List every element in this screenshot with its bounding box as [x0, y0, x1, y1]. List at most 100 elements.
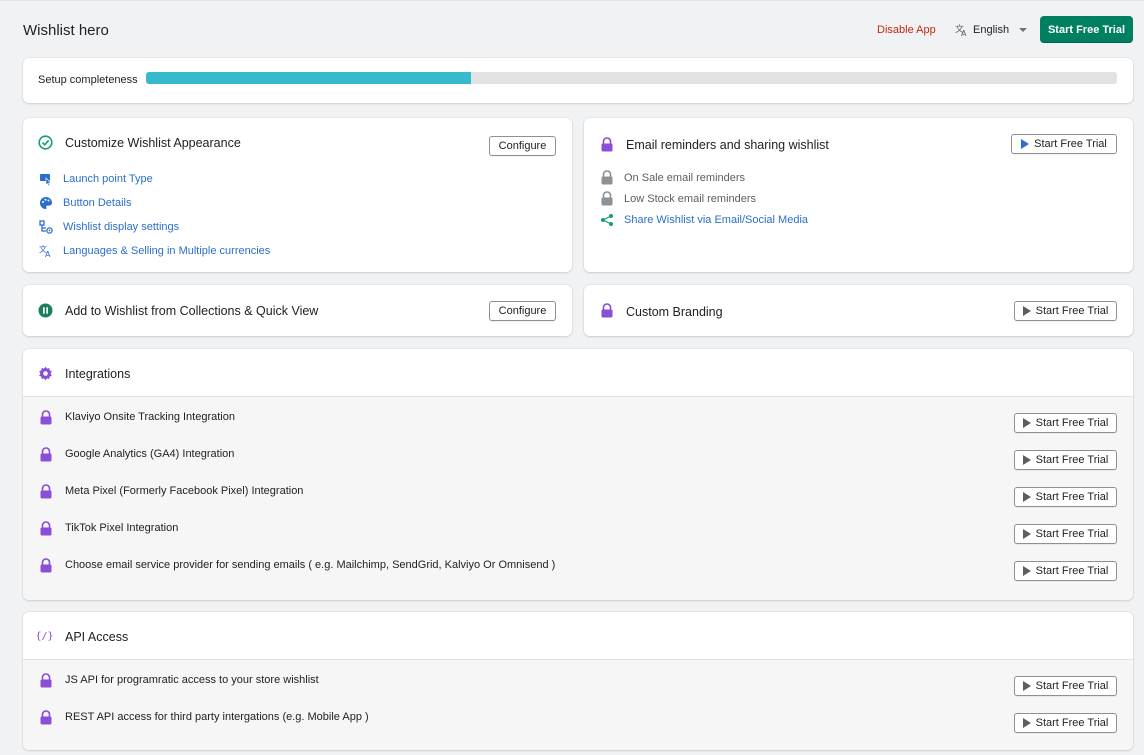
email-title: Email reminders and sharing wishlist [626, 138, 829, 152]
item-label: On Sale email reminders [624, 171, 746, 184]
api-header: {/} API Access [23, 612, 1133, 660]
button-label: Start Free Trial [1035, 528, 1109, 540]
rest-api-start-trial-button[interactable]: Start Free Trial [1014, 713, 1117, 733]
list-item: JS API for programratic access to your s… [23, 660, 1133, 697]
link-languages-currencies[interactable]: 文A Languages & Selling in Multiple curre… [38, 243, 271, 258]
setup-card: Setup completeness [23, 58, 1133, 103]
klaviyo-start-trial-button[interactable]: Start Free Trial [1014, 413, 1117, 433]
list-item: Choose email service provider for sendin… [23, 545, 1133, 582]
item-label: Choose email service provider for sendin… [65, 559, 556, 571]
list-item: Meta Pixel (Formerly Facebook Pixel) Int… [23, 471, 1133, 508]
button-label: Start Free Trial [1035, 680, 1109, 692]
translate-icon: 文A [954, 22, 969, 37]
list-item: Google Analytics (GA4) Integration Start… [23, 434, 1133, 471]
customize-title: Customize Wishlist Appearance [65, 136, 241, 150]
check-circle-icon [38, 135, 53, 150]
item-label: TikTok Pixel Integration [65, 522, 179, 534]
button-label: Start Free Trial [1035, 717, 1109, 729]
play-icon [1022, 455, 1031, 465]
lock-icon [38, 447, 53, 462]
play-icon [1021, 139, 1030, 149]
app-header: Wishlist hero Disable App 文A English Sta… [23, 16, 1133, 44]
email-reminders-card: Email reminders and sharing wishlist Sta… [584, 118, 1133, 272]
lock-icon [38, 673, 53, 688]
lock-icon [38, 710, 53, 725]
play-icon [1022, 681, 1031, 691]
list-item: Klaviyo Onsite Tracking Integration Star… [23, 397, 1133, 434]
lock-icon [38, 410, 53, 425]
item-label: Low Stock email reminders [624, 192, 757, 205]
list-item: REST API access for third party intergat… [23, 697, 1133, 734]
disable-app-link[interactable]: Disable App [877, 24, 936, 36]
meta-pixel-start-trial-button[interactable]: Start Free Trial [1014, 487, 1117, 507]
email-provider-start-trial-button[interactable]: Start Free Trial [1014, 561, 1117, 581]
api-list: JS API for programratic access to your s… [23, 660, 1133, 750]
api-access-card: {/} API Access JS API for programratic a… [23, 612, 1133, 750]
page-title: Wishlist hero [23, 22, 109, 39]
lock-icon [599, 137, 614, 152]
translate-icon: 文A [38, 243, 53, 258]
start-free-trial-button[interactable]: Start Free Trial [1040, 16, 1133, 43]
setup-progress-bar [146, 72, 1117, 84]
item-label: Klaviyo Onsite Tracking Integration [65, 411, 235, 423]
branding-start-trial-button[interactable]: Start Free Trial [1014, 301, 1117, 321]
branding-title: Custom Branding [626, 305, 723, 319]
js-api-start-trial-button[interactable]: Start Free Trial [1014, 676, 1117, 696]
code-braces-icon: {/} [35, 631, 54, 642]
link-wishlist-display-settings[interactable]: Wishlist display settings [38, 219, 179, 234]
tiktok-start-trial-button[interactable]: Start Free Trial [1014, 524, 1117, 544]
lock-icon [38, 558, 53, 573]
item-label: Google Analytics (GA4) Integration [65, 448, 235, 460]
play-icon [1022, 306, 1031, 316]
language-label: English [973, 23, 1010, 36]
lock-icon [38, 484, 53, 499]
email-start-trial-button[interactable]: Start Free Trial [1011, 134, 1117, 154]
link-label: Button Details [63, 196, 132, 209]
button-label: Start Free Trial [1035, 417, 1109, 429]
share-wishlist-link[interactable]: Share Wishlist via Email/Social Media [599, 212, 808, 227]
settings-tree-icon [38, 219, 53, 234]
low-stock-reminders-item: Low Stock email reminders [599, 191, 756, 206]
link-label: Share Wishlist via Email/Social Media [624, 213, 809, 226]
cursor-click-icon [38, 171, 53, 186]
link-button-details[interactable]: Button Details [38, 195, 131, 210]
lock-icon [599, 303, 614, 318]
play-icon [1022, 529, 1031, 539]
chevron-down-icon [1019, 27, 1028, 32]
collections-title: Add to Wishlist from Collections & Quick… [65, 304, 319, 318]
button-label: Start Free Trial [1035, 491, 1109, 503]
link-launch-point-type[interactable]: Launch point Type [38, 171, 153, 186]
pause-circle-icon [38, 303, 53, 318]
custom-branding-card: Custom Branding Start Free Trial [584, 285, 1133, 336]
play-icon [1022, 718, 1031, 728]
list-item: TikTok Pixel Integration Start Free Tria… [23, 508, 1133, 545]
language-selector[interactable]: 文A English [954, 22, 1028, 37]
item-label: JS API for programratic access to your s… [65, 674, 319, 686]
button-label: Start Free Trial [1035, 565, 1109, 577]
collections-configure-button[interactable]: Configure [489, 301, 556, 321]
lock-icon [599, 191, 614, 206]
ga4-start-trial-button[interactable]: Start Free Trial [1014, 450, 1117, 470]
share-icon [599, 212, 614, 227]
on-sale-reminders-item: On Sale email reminders [599, 170, 745, 185]
button-label: Start Free Trial [1034, 138, 1107, 150]
collections-quick-view-card: Add to Wishlist from Collections & Quick… [23, 285, 572, 336]
button-label: Start Free Trial [1035, 305, 1109, 317]
api-title: API Access [65, 630, 129, 644]
item-label: Meta Pixel (Formerly Facebook Pixel) Int… [65, 485, 304, 497]
setup-label: Setup completeness [38, 74, 138, 86]
integrations-title: Integrations [65, 367, 131, 381]
setup-progress-fill [146, 72, 472, 84]
palette-icon [38, 195, 53, 210]
button-label: Start Free Trial [1035, 454, 1109, 466]
play-icon [1022, 418, 1031, 428]
lock-icon [38, 521, 53, 536]
link-label: Languages & Selling in Multiple currenci… [63, 244, 271, 257]
customize-appearance-card: Customize Wishlist Appearance Configure … [23, 118, 572, 272]
top-divider [0, 0, 1144, 1]
play-icon [1022, 566, 1031, 576]
gear-icon [38, 366, 53, 381]
play-icon [1022, 492, 1031, 502]
item-label: REST API access for third party intergat… [65, 711, 369, 723]
customize-configure-button[interactable]: Configure [489, 136, 556, 156]
